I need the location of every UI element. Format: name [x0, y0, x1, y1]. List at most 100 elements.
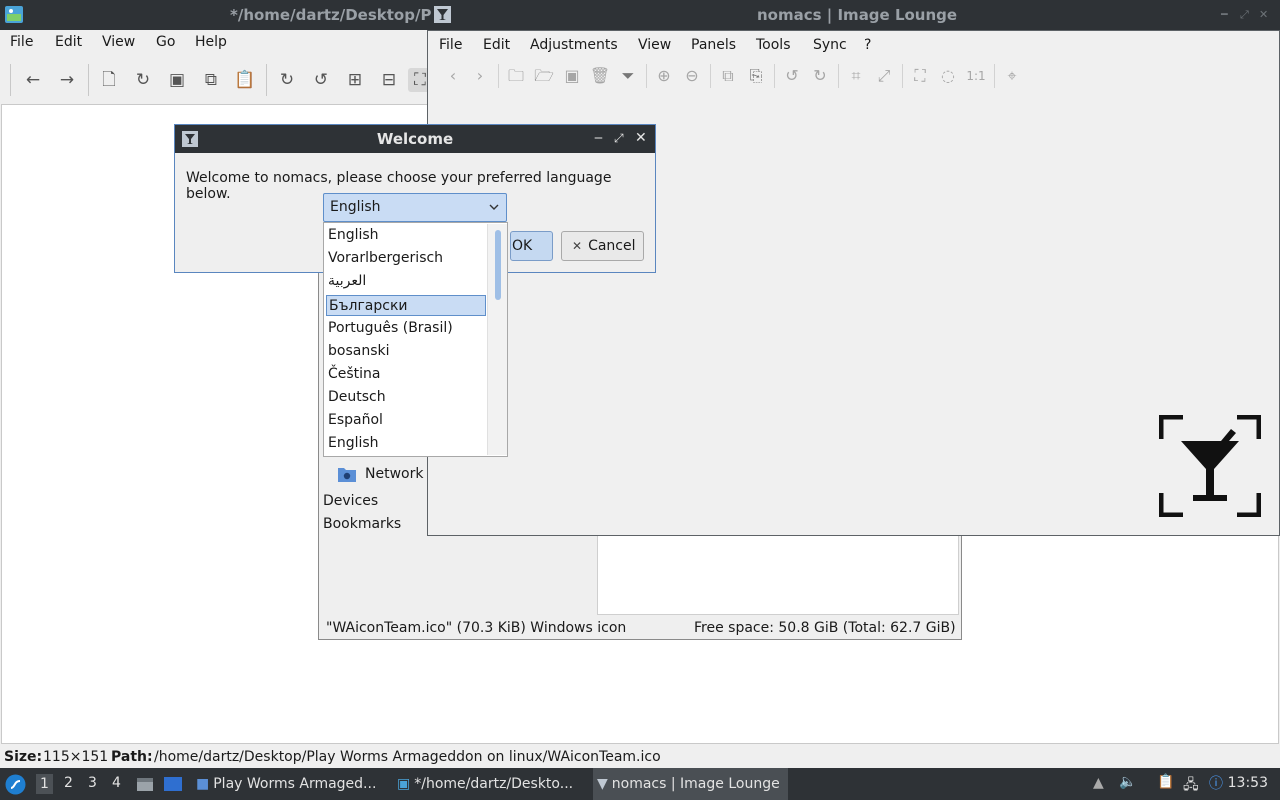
- ok-button-label: OK: [512, 238, 533, 254]
- menu-go[interactable]: Go: [156, 34, 175, 50]
- sidebar-item-network[interactable]: Network: [365, 466, 423, 482]
- toolbar-separator: [994, 64, 995, 88]
- sidebar-item-devices[interactable]: Devices: [323, 493, 378, 509]
- nomacs-menu-tools[interactable]: Tools: [756, 37, 791, 53]
- sidebar-item-bookmarks[interactable]: Bookmarks: [323, 516, 401, 532]
- paste-icon[interactable]: ⎘: [745, 65, 767, 87]
- workspace-3[interactable]: 3: [88, 775, 97, 791]
- fit-icon[interactable]: ◌: [937, 65, 959, 87]
- file-manager-launcher-icon[interactable]: [136, 775, 154, 793]
- task-nomacs[interactable]: ▼ nomacs | Image Lounge: [593, 768, 788, 800]
- zoom-in-icon[interactable]: ⊞: [343, 68, 367, 92]
- workspace-4[interactable]: 4: [112, 775, 121, 791]
- nomacs-menu-file[interactable]: File: [439, 37, 462, 53]
- rotate-left-icon[interactable]: ↺: [781, 65, 803, 87]
- menu-edit[interactable]: Edit: [55, 34, 82, 50]
- open-icon[interactable]: 🗀: [505, 65, 527, 87]
- task-image-viewer[interactable]: ▣ */home/dartz/Deskto...: [393, 768, 588, 800]
- cancel-button[interactable]: ✕ Cancel: [561, 231, 644, 261]
- fullscreen-icon[interactable]: ⛶: [909, 65, 931, 87]
- cancel-button-label: Cancel: [588, 238, 636, 254]
- menu-help[interactable]: Help: [195, 34, 227, 50]
- menu-view[interactable]: View: [102, 34, 135, 50]
- welcome-dialog-titlebar[interactable]: Welcome ‒ ⤢ ✕: [175, 125, 655, 153]
- actual-size-icon[interactable]: 1:1: [965, 65, 987, 87]
- nomacs-menu-panels[interactable]: Panels: [691, 37, 736, 53]
- image-viewer-title: */home/dartz/Desktop/P: [230, 6, 432, 24]
- dialog-minimize-icon[interactable]: ‒: [594, 130, 603, 146]
- image-viewer-titlebar[interactable]: */home/dartz/Desktop/P nomacs | Image Lo…: [0, 0, 1280, 30]
- language-option[interactable]: Português (Brasil): [328, 318, 486, 339]
- start-menu-icon[interactable]: [5, 774, 26, 795]
- toolbar-separator: [838, 64, 839, 88]
- volume-icon[interactable]: 🔈: [1119, 774, 1136, 790]
- zoom-out-icon[interactable]: ⊖: [681, 65, 703, 87]
- copy-icon[interactable]: ⧉: [717, 65, 739, 87]
- dropdown-scrollbar[interactable]: [487, 224, 507, 455]
- free-space-info: Free space: 50.8 GiB (Total: 62.7 GiB): [694, 620, 956, 636]
- file-list-pane[interactable]: [597, 535, 959, 615]
- task-play-worms-label: Play Worms Armaged...: [213, 776, 377, 792]
- language-option[interactable]: Español: [328, 410, 486, 431]
- network-icon[interactable]: 🖧: [1183, 774, 1199, 798]
- language-option[interactable]: bosanski: [328, 341, 486, 362]
- language-option[interactable]: Čeština: [328, 364, 486, 385]
- filter-icon[interactable]: ⏷: [617, 65, 639, 87]
- language-option[interactable]: Deutsch: [328, 387, 486, 408]
- forward-arrow-icon[interactable]: →: [55, 68, 79, 92]
- minimize-icon[interactable]: ━: [1221, 8, 1228, 21]
- nomacs-menu-edit[interactable]: Edit: [483, 37, 510, 53]
- ok-button[interactable]: OK: [510, 231, 553, 261]
- language-option[interactable]: English: [328, 433, 486, 454]
- zoom-in-icon[interactable]: ⊕: [653, 65, 675, 87]
- location-pin-icon[interactable]: ⌖: [1001, 65, 1023, 87]
- copy-icon[interactable]: ⧉: [199, 68, 223, 92]
- clock: 13:53: [1227, 775, 1268, 791]
- language-option-highlighted[interactable]: Български: [326, 295, 486, 316]
- crop-icon[interactable]: ⌗: [845, 65, 867, 87]
- clipboard-icon[interactable]: 📋: [1157, 774, 1174, 790]
- zoom-out-icon[interactable]: ⊟: [377, 68, 401, 92]
- workspace-1[interactable]: 1: [36, 774, 53, 794]
- nomacs-menubar: File Edit Adjustments View Panels Tools …: [428, 31, 1279, 59]
- dialog-close-icon[interactable]: ✕: [635, 130, 647, 146]
- save-icon[interactable]: ▣: [561, 65, 583, 87]
- nomacs-menu-sync[interactable]: Sync: [813, 37, 847, 53]
- rotate-clockwise-icon[interactable]: ↻: [275, 68, 299, 92]
- language-select-value: English: [330, 199, 381, 215]
- rotate-counterclockwise-icon[interactable]: ↺: [309, 68, 333, 92]
- nomacs-task-icon: ▼: [597, 776, 608, 792]
- maximize-icon[interactable]: ⤢: [1240, 8, 1249, 22]
- nomacs-menu-adjustments[interactable]: Adjustments: [530, 37, 618, 53]
- language-option[interactable]: English: [328, 225, 486, 246]
- nomacs-menu-view[interactable]: View: [638, 37, 671, 53]
- nomacs-menu-help[interactable]: ?: [864, 37, 871, 53]
- previous-icon[interactable]: ‹: [442, 65, 464, 87]
- open-dir-icon[interactable]: 🗁: [533, 65, 555, 87]
- resize-icon[interactable]: ⤢: [873, 65, 895, 87]
- tray-up-arrow-icon[interactable]: ▲: [1093, 775, 1104, 791]
- dialog-maximize-icon[interactable]: ⤢: [614, 131, 624, 146]
- language-dropdown-list[interactable]: English Vorarlbergerisch العربية Българс…: [323, 222, 508, 457]
- desktop-launcher-icon[interactable]: [163, 775, 183, 793]
- rotate-right-icon[interactable]: ↻: [809, 65, 831, 87]
- task-play-worms[interactable]: ■ Play Worms Armaged...: [192, 768, 387, 800]
- delete-icon[interactable]: 🗑: [589, 65, 611, 87]
- paste-icon[interactable]: 📋: [233, 68, 257, 92]
- reload-icon[interactable]: ↻: [131, 68, 155, 92]
- workspace-2[interactable]: 2: [64, 775, 73, 791]
- language-option[interactable]: العربية: [328, 271, 486, 292]
- notification-icon[interactable]: ⓘ: [1209, 773, 1223, 793]
- chevron-down-icon: [489, 204, 499, 210]
- open-file-icon[interactable]: 🗋: [97, 68, 121, 92]
- menu-file[interactable]: File: [10, 34, 33, 50]
- close-icon[interactable]: ✕: [1259, 8, 1268, 21]
- task-nomacs-label: nomacs | Image Lounge: [611, 776, 780, 792]
- language-select[interactable]: English: [323, 193, 507, 222]
- dropdown-scrollbar-thumb[interactable]: [495, 230, 501, 300]
- next-icon[interactable]: ›: [469, 65, 491, 87]
- language-option[interactable]: Vorarlbergerisch: [328, 248, 486, 269]
- image-viewer-statusbar: Size: 115×151 Path: /home/dartz/Desktop/…: [0, 746, 1280, 768]
- save-icon[interactable]: ▣: [165, 68, 189, 92]
- back-arrow-icon[interactable]: ←: [21, 68, 45, 92]
